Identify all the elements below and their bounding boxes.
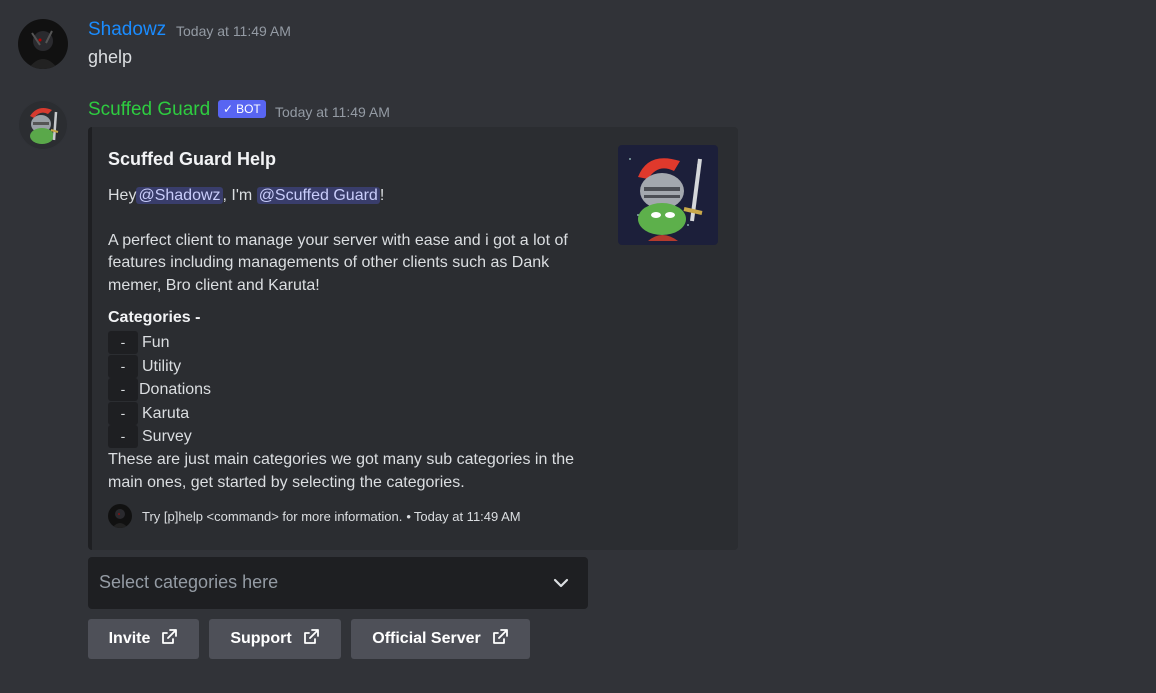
bot-badge-label: BOT	[236, 102, 261, 116]
help-embed: Scuffed Guard Help Hey @Shadowz, I'm @Scu…	[88, 127, 738, 550]
message-timestamp: Today at 11:49 AM	[176, 23, 291, 39]
official-server-button[interactable]: Official Server	[351, 619, 530, 659]
username-shadowz[interactable]: Shadowz	[88, 19, 166, 41]
mention-user[interactable]: @Shadowz	[136, 187, 223, 204]
mention-bot[interactable]: @Scuffed Guard	[256, 187, 380, 204]
embed-title: Scuffed Guard Help	[108, 149, 277, 169]
button-label: Invite	[108, 630, 151, 647]
message-content: ghelp	[88, 47, 133, 67]
external-link-icon	[160, 628, 178, 651]
button-label: Official Server	[372, 630, 481, 647]
external-link-icon	[491, 628, 509, 651]
category-item-karuta: - Karuta	[108, 402, 189, 425]
message-timestamp: Today at 11:49 AM	[275, 104, 390, 120]
footer-separator: •	[406, 508, 411, 524]
bot-badge: ✓ BOT	[218, 100, 266, 118]
bot-avatar-scuffed-guard[interactable]	[18, 100, 68, 150]
chevron-down-icon	[552, 574, 570, 592]
verified-check-icon: ✓	[223, 102, 234, 116]
embed-description-line: features including managements of other …	[108, 254, 550, 271]
category-name: Karuta	[142, 404, 190, 422]
category-item-donations: - Donations	[108, 378, 211, 401]
code-dash: -	[108, 378, 138, 401]
greeting-middle: , I'm	[222, 187, 253, 204]
embed-closing-line: These are just main categories we got ma…	[108, 451, 575, 468]
embed-footer: Try [p]help <command> for more informati…	[108, 504, 521, 528]
category-item-fun: - Fun	[108, 331, 170, 354]
embed-description-line: A perfect client to manage your server w…	[108, 232, 568, 249]
code-dash: -	[108, 425, 138, 448]
greeting-prefix: Hey	[108, 187, 137, 204]
embed-thumbnail[interactable]	[618, 145, 718, 245]
button-label: Support	[230, 630, 292, 647]
username-scuffed-guard[interactable]: Scuffed Guard	[88, 99, 210, 121]
category-name: Fun	[142, 333, 170, 351]
chat-view: Shadowz Today at 11:49 AM ghelp Scuffed …	[0, 0, 1156, 693]
category-name: Donations	[139, 380, 212, 398]
invite-button[interactable]: Invite	[88, 619, 199, 659]
code-dash: -	[108, 402, 138, 425]
footer-avatar-icon	[108, 504, 132, 528]
select-placeholder: Select categories here	[99, 572, 279, 592]
external-link-icon	[302, 628, 320, 651]
category-name: Utility	[142, 357, 182, 375]
categories-heading: Categories -	[108, 309, 201, 326]
footer-timestamp: Today at 11:49 AM	[413, 508, 521, 524]
category-name: Survey	[142, 427, 192, 445]
code-dash: -	[108, 355, 138, 378]
embed-greeting: Hey @Shadowz, I'm @Scuffed Guard!	[108, 185, 384, 208]
categories-select[interactable]: Select categories here	[88, 557, 588, 609]
category-item-utility: - Utility	[108, 355, 181, 378]
greeting-suffix: !	[379, 187, 385, 204]
footer-text: Try [p]help <command> for more informati…	[142, 508, 403, 524]
user-avatar-shadowz[interactable]	[18, 19, 68, 69]
support-button[interactable]: Support	[209, 619, 341, 659]
code-dash: -	[108, 331, 138, 354]
embed-closing-line: main ones, get started by selecting the …	[108, 474, 465, 491]
embed-description-line: memer, Bro client and Karuta!	[108, 277, 320, 294]
category-item-survey: - Survey	[108, 425, 192, 448]
